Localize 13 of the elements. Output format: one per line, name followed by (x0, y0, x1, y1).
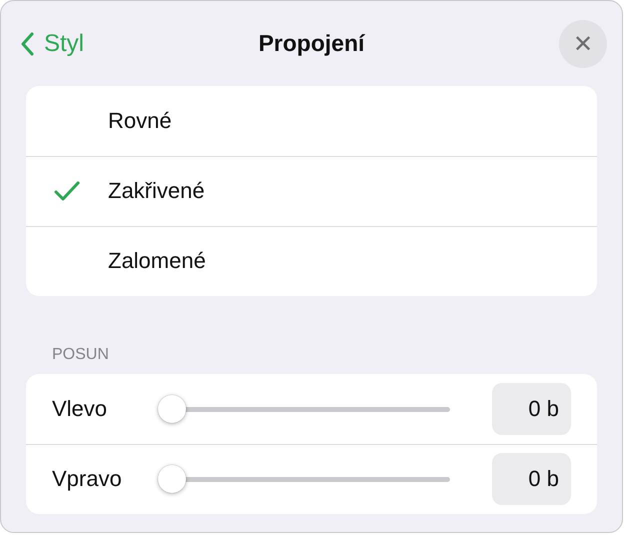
slider[interactable] (158, 394, 450, 424)
style-option[interactable]: Zakřivené (26, 156, 597, 226)
slider-label: Vpravo (52, 466, 123, 492)
style-option[interactable]: Zalomené (26, 226, 597, 296)
slider[interactable] (158, 464, 450, 494)
panel-title: Propojení (258, 30, 365, 57)
back-chevron-icon (20, 32, 34, 56)
slider-label: Vlevo (52, 396, 108, 422)
value-field[interactable]: 0 b (492, 453, 571, 505)
value-field[interactable]: 0 b (492, 383, 571, 435)
style-option[interactable]: Rovné (26, 86, 597, 156)
close-button[interactable]: ✕ (559, 20, 607, 68)
section-heading: POSUN (52, 346, 110, 364)
